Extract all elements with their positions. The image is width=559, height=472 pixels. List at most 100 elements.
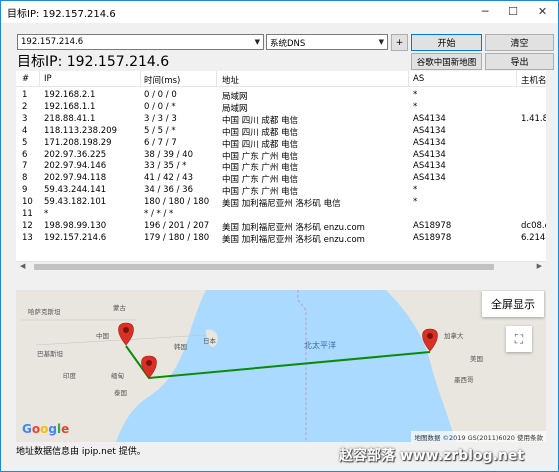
hop-time: 38 / 39 / 40 xyxy=(144,149,193,160)
hop-index: 12 xyxy=(22,220,33,231)
column-separator[interactable] xyxy=(140,71,141,86)
horizontal-scrollbar[interactable]: ◀ ▶ xyxy=(16,261,546,271)
column-separator[interactable] xyxy=(408,71,409,86)
hop-time: 196 / 201 / 207 xyxy=(144,220,210,231)
hop-as: AS4134 xyxy=(413,113,446,124)
footer-credit: 地址数据信息由 ipip.net 提供。 xyxy=(16,447,146,457)
hop-address: 美国 加利福尼亚州 洛杉矶 enzu.com xyxy=(222,234,365,245)
hop-index: 4 xyxy=(22,125,28,136)
column-separator[interactable] xyxy=(516,71,517,86)
hop-ip: 202.97.94.146 xyxy=(44,161,107,172)
table-row[interactable]: 5 171.208.198.29 6 / 7 / 7 中国 四川 成都 电信 AS413… xyxy=(16,137,546,150)
window-title: 目标IP: 192.157.214.6 xyxy=(7,9,116,20)
hop-as: AS4134 xyxy=(413,161,446,172)
clear-button[interactable]: 清空 xyxy=(485,34,554,51)
map-label-kazakhstan: 哈萨克斯坦 xyxy=(28,308,61,316)
fullscreen-button[interactable]: 全屏显示 xyxy=(482,291,544,317)
hop-ip: 218.88.41.1 xyxy=(44,113,96,124)
watermark: 赵容部落 www.zrblog.net xyxy=(339,448,525,464)
table-row[interactable]: 6 202.97.36.225 38 / 39 / 40 中国 广东 广州 电信 AS4… xyxy=(16,149,546,162)
hop-ip: 59.43.182.101 xyxy=(44,197,107,208)
hop-hostname: dc08.er xyxy=(521,220,546,231)
table-row[interactable]: 2 192.168.1.1 0 / 0 / * 局域网 * xyxy=(16,101,546,114)
hop-as: AS4134 xyxy=(413,149,446,160)
export-button[interactable]: 导出 xyxy=(485,53,554,70)
map-label-china: 中国 xyxy=(96,332,109,340)
hop-as: * xyxy=(413,90,418,100)
hop-time: 0 / 0 / 0 xyxy=(144,90,177,100)
target-ip-combo[interactable]: 192.157.214.6 ▼ xyxy=(17,34,264,50)
route-map[interactable]: 哈萨克斯坦 蒙古 中国 韩国 日本 巴基斯坦 印度 缅甸 泰国 北太平洋 加拿大… xyxy=(16,290,546,442)
google-map-button[interactable]: 谷歌中国新地图 xyxy=(411,53,482,70)
table-header: # IP 时间(ms) 地址 AS 主机名 xyxy=(16,71,546,87)
column-header-ip[interactable]: IP xyxy=(44,74,52,84)
hop-time: 179 / 180 / 180 xyxy=(144,232,210,243)
hop-as: AS4134 xyxy=(413,173,446,184)
hop-ip: 198.98.99.130 xyxy=(44,220,107,231)
table-row[interactable]: 11 * * / * / * xyxy=(16,208,546,220)
expand-icon[interactable]: ⛶ xyxy=(506,326,532,352)
hop-hostname: 6.214-1 xyxy=(521,232,546,243)
close-icon[interactable]: ✕ xyxy=(527,1,558,21)
map-label-myanmar: 缅甸 xyxy=(111,372,124,380)
map-label-mongolia: 蒙古 xyxy=(113,304,126,312)
table-row[interactable]: 4 118.113.238.209 5 / 5 / * 中国 四川 成都 电信 AS41… xyxy=(16,125,546,138)
hop-as: * xyxy=(413,185,418,196)
hop-ip: * xyxy=(44,209,49,219)
scrollbar-thumb[interactable] xyxy=(34,264,494,270)
dns-select-value: 系统DNS xyxy=(270,39,306,49)
map-canvas xyxy=(16,290,546,442)
hop-index: 6 xyxy=(22,149,28,160)
table-row[interactable]: 9 59.43.244.141 34 / 36 / 36 中国 广东 广州 电信 * xyxy=(16,184,546,197)
google-logo: Google xyxy=(22,422,70,436)
map-attribution[interactable]: 地图数据 ©2019 GS(2011)6020 使用条款 xyxy=(411,431,546,442)
hop-as: AS18978 xyxy=(413,220,452,231)
map-label-north-pacific: 北太平洋 xyxy=(304,341,336,350)
map-label-japan: 日本 xyxy=(203,337,216,345)
column-header-time[interactable]: 时间(ms) xyxy=(144,74,180,86)
dns-select[interactable]: 系统DNS ▼ xyxy=(266,34,388,50)
maximize-icon[interactable]: ☐ xyxy=(499,1,527,21)
date-line xyxy=(297,290,307,442)
add-dns-button[interactable]: + xyxy=(391,34,408,51)
scroll-right-icon[interactable]: ▶ xyxy=(537,262,542,270)
table-row[interactable]: 10 59.43.182.101 180 / 180 / 180 美国 加利福尼亚州 … xyxy=(16,196,546,209)
hop-index: 5 xyxy=(22,137,28,148)
hop-ip: 192.157.214.6 xyxy=(44,232,107,243)
map-label-pakistan: 巴基斯坦 xyxy=(37,350,63,358)
column-header-address[interactable]: 地址 xyxy=(222,74,239,86)
column-header-hostname[interactable]: 主机名 xyxy=(521,74,546,86)
vertical-scrollbar[interactable] xyxy=(546,71,558,271)
chevron-down-icon[interactable]: ▼ xyxy=(379,38,384,46)
title-bar: 目标IP: 192.157.214.6 ─ ☐ ✕ xyxy=(1,1,558,23)
hop-time: 180 / 180 / 180 xyxy=(144,197,210,208)
column-header-index[interactable]: # xyxy=(22,74,29,84)
table-row[interactable]: 3 218.88.41.1 3 / 3 / 3 中国 四川 成都 电信 AS4134 1.… xyxy=(16,113,546,126)
table-row[interactable]: 12 198.98.99.130 196 / 201 / 207 美国 加利福尼亚州 … xyxy=(16,220,546,233)
chevron-down-icon[interactable]: ▼ xyxy=(255,38,260,46)
hop-as: * xyxy=(413,101,418,112)
hop-ip: 192.168.1.1 xyxy=(44,101,96,112)
hop-index: 10 xyxy=(22,197,33,208)
table-row[interactable]: 7 202.97.94.146 33 / 35 / * 中国 广东 广州 电信 AS41… xyxy=(16,160,546,173)
minimize-icon[interactable]: ─ xyxy=(471,1,499,21)
hop-index: 1 xyxy=(22,90,28,100)
hop-time: 3 / 3 / 3 xyxy=(144,113,177,124)
hop-index: 7 xyxy=(22,161,28,172)
map-label-thailand: 泰国 xyxy=(114,389,127,397)
column-separator[interactable] xyxy=(39,71,40,86)
hop-time: * / * / * xyxy=(144,209,174,219)
column-header-as[interactable]: AS xyxy=(413,74,424,84)
column-separator[interactable] xyxy=(216,71,217,86)
hop-as: AS4134 xyxy=(413,125,446,136)
table-row[interactable]: 13 192.157.214.6 179 / 180 / 180 美国 加利福尼亚州 … xyxy=(16,232,546,245)
hop-index: 13 xyxy=(22,232,33,243)
table-row[interactable]: 8 202.97.94.118 41 / 42 / 43 中国 广东 广州 电信 AS4… xyxy=(16,172,546,185)
table-row[interactable]: 1 192.168.2.1 0 / 0 / 0 局域网 * xyxy=(16,89,546,102)
start-button[interactable]: 开始 xyxy=(411,34,482,51)
hop-index: 11 xyxy=(22,209,33,219)
hop-ip: 118.113.238.209 xyxy=(44,125,118,136)
hop-hostname: 1.41.88 xyxy=(521,113,546,124)
scroll-left-icon[interactable]: ◀ xyxy=(20,262,25,270)
map-label-south-korea: 韩国 xyxy=(174,343,187,351)
